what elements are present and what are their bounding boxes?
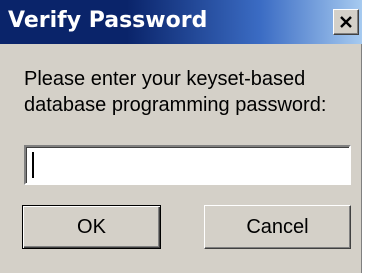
prompt-line-2: database programming password:: [24, 94, 327, 116]
title-bar[interactable]: Verify Password: [0, 0, 362, 44]
prompt-line-1: Please enter your keyset-based: [24, 68, 306, 90]
password-prompt: Please enter your keyset-based database …: [24, 66, 354, 118]
dialog-title: Verify Password: [8, 8, 208, 33]
close-button[interactable]: [333, 9, 359, 35]
verify-password-dialog: Verify Password Please enter your keyset…: [0, 0, 362, 273]
password-field[interactable]: [24, 145, 351, 185]
close-icon: [340, 16, 352, 28]
ok-button[interactable]: OK: [22, 205, 161, 249]
cancel-button[interactable]: Cancel: [204, 205, 351, 249]
text-caret: [32, 152, 34, 178]
